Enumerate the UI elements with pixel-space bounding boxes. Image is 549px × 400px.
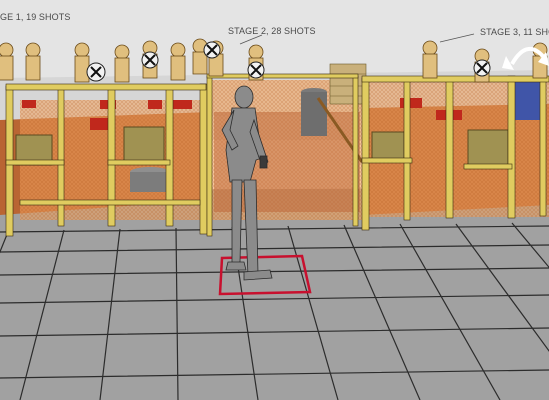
stage-1-label: GE 1, 19 SHOTS [0,12,71,22]
stage-3-bay [361,75,549,231]
stage-3-label: STAGE 3, 11 SHOTS [480,27,549,37]
stage-2-label: STAGE 2, 28 SHOTS [228,26,316,36]
stage-1-bay [0,83,210,237]
scene-drawing [0,0,549,400]
sketchup-scene-viewport[interactable]: GE 1, 19 SHOTS STAGE 2, 28 SHOTS STAGE 3… [0,0,549,400]
